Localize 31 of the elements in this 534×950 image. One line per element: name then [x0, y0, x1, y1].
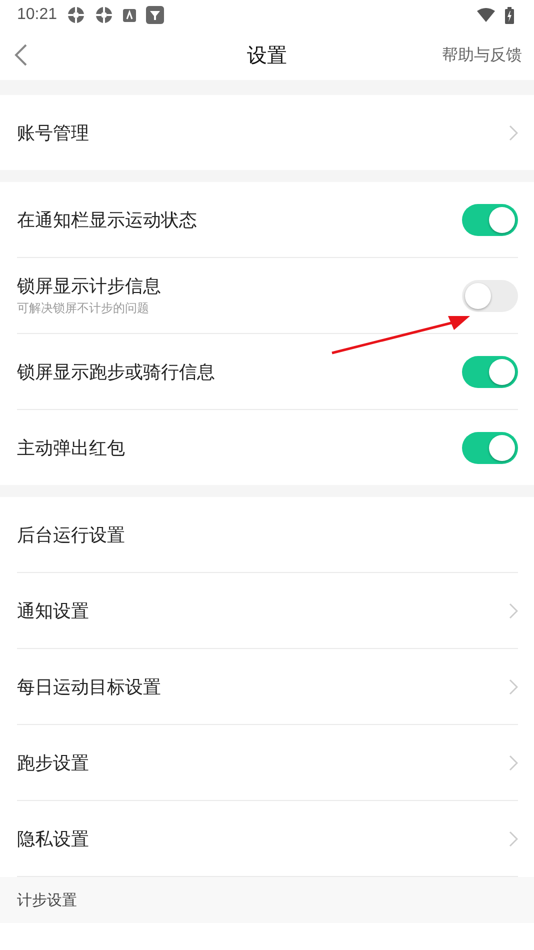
toggle-switch[interactable]: [462, 356, 518, 388]
section-header: 计步设置: [17, 890, 77, 910]
setting-label: 隐私设置: [17, 828, 89, 850]
toggle-switch[interactable]: [462, 432, 518, 464]
wifi-icon: [477, 8, 495, 22]
aperture-icon: [67, 6, 86, 24]
setting-hint: 可解决锁屏不计步的问题: [17, 300, 149, 317]
battery-icon: [505, 6, 514, 24]
chevron-icon: [509, 678, 518, 694]
app-icon: [123, 8, 136, 22]
aperture-icon: [95, 6, 114, 24]
setting-label: 跑步设置: [17, 752, 89, 774]
chevron-icon: [509, 830, 518, 846]
setting-label: 账号管理: [17, 122, 89, 144]
toggle-switch[interactable]: [462, 280, 518, 312]
setting-label: 锁屏显示跑步或骑行信息: [17, 360, 215, 384]
app-icon: [146, 6, 164, 24]
page-title: 设置: [247, 42, 287, 66]
chevron-icon: [509, 124, 518, 140]
setting-label: 在通知栏显示运动状态: [17, 208, 197, 232]
toggle-switch[interactable]: [462, 204, 518, 236]
setting-label: 主动弹出红包: [17, 436, 125, 460]
setting-label: 通知设置: [17, 600, 89, 622]
setting-label: 每日运动目标设置: [17, 676, 161, 698]
chevron-icon: [509, 602, 518, 618]
help-feedback-link[interactable]: 帮助与反馈: [442, 44, 522, 66]
chevron-icon: [509, 754, 518, 770]
status-time: 10:21: [17, 6, 58, 24]
back-icon[interactable]: [14, 44, 28, 66]
setting-label: 后台运行设置: [17, 524, 125, 546]
setting-label: 锁屏显示计步信息: [17, 275, 161, 298]
